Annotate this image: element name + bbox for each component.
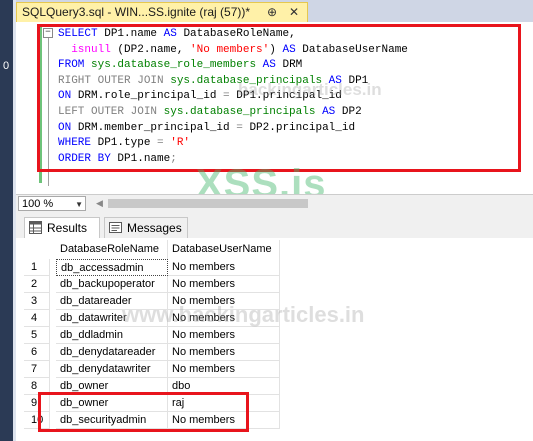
row-number[interactable]: 5	[24, 327, 50, 344]
row-number[interactable]: 7	[24, 361, 50, 378]
row-number[interactable]: 4	[24, 310, 50, 327]
tab-messages[interactable]: Messages	[104, 217, 188, 238]
scroll-left-icon[interactable]: ◀	[96, 198, 103, 209]
highlight-box-owner-rows	[38, 392, 249, 432]
cell-role-name[interactable]: db_denydatareader	[56, 344, 168, 361]
tab-results[interactable]: Results	[24, 217, 100, 238]
close-icon[interactable]: ✕	[289, 3, 299, 22]
column-header-role[interactable]: DatabaseRoleName	[56, 240, 168, 259]
cell-user-name[interactable]: No members	[168, 344, 280, 361]
zoom-value: 100 %	[22, 198, 54, 210]
row-number[interactable]: 3	[24, 293, 50, 310]
left-dock-strip: 0	[0, 0, 13, 441]
row-number[interactable]: 6	[24, 344, 50, 361]
tab-title: SQLQuery3.sql - WIN...SS.ignite (raj (57…	[22, 5, 251, 19]
left-margin-digit: 0	[3, 60, 10, 72]
row-number[interactable]: 1	[24, 259, 50, 276]
zoom-dropdown[interactable]: 100 % ▼	[18, 196, 86, 211]
cell-role-name[interactable]: db_accessadmin	[56, 259, 168, 276]
table-row[interactable]: 2 db_backupoperator No members	[16, 276, 296, 293]
cell-role-name[interactable]: db_ddladmin	[56, 327, 168, 344]
table-row[interactable]: 5 db_ddladmin No members	[16, 327, 296, 344]
cell-user-name[interactable]: No members	[168, 361, 280, 378]
horizontal-scrollbar-thumb[interactable]	[108, 199, 308, 208]
table-row[interactable]: 7 db_denydatawriter No members	[16, 361, 296, 378]
chevron-down-icon[interactable]: ▼	[75, 197, 83, 212]
document-tab-bar: SQLQuery3.sql - WIN...SS.ignite (raj (57…	[16, 0, 533, 22]
watermark-bottom: www.hackingarticles.in	[122, 302, 365, 327]
results-tab-bar: Results Messages	[16, 214, 533, 238]
pin-icon[interactable]: ⊕	[267, 3, 277, 22]
highlight-box-query	[37, 24, 521, 172]
table-row[interactable]: 6 db_denydatareader No members	[16, 344, 296, 361]
messages-icon	[109, 222, 122, 233]
grid-icon	[29, 221, 42, 234]
cell-user-name[interactable]: No members	[168, 327, 280, 344]
table-row[interactable]: 1 db_accessadmin No members	[16, 259, 296, 276]
tab-sqlquery3[interactable]: SQLQuery3.sql - WIN...SS.ignite (raj (57…	[16, 2, 308, 22]
cell-user-name[interactable]: No members	[168, 259, 280, 276]
row-number[interactable]: 2	[24, 276, 50, 293]
zoom-bar: 100 % ▼ ◀	[16, 194, 533, 215]
cell-role-name[interactable]: db_backupoperator	[56, 276, 168, 293]
column-header-user[interactable]: DatabaseUserName	[168, 240, 280, 259]
tab-results-label: Results	[47, 221, 88, 235]
tab-messages-label: Messages	[127, 221, 182, 235]
cell-user-name[interactable]: No members	[168, 276, 280, 293]
cell-role-name[interactable]: db_denydatawriter	[56, 361, 168, 378]
